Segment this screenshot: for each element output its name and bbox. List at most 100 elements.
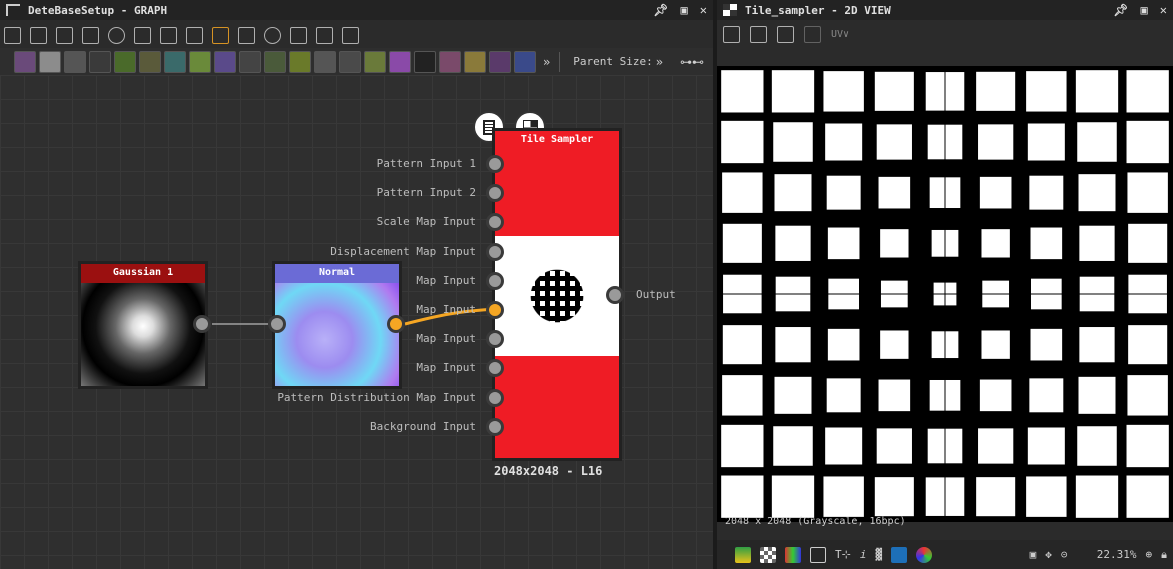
lock-icon[interactable]: 🔒︎ xyxy=(1161,548,1167,562)
move-icon[interactable]: ✥ xyxy=(1045,548,1052,561)
normal-input-port[interactable] xyxy=(268,315,286,333)
input-port-label: Pattern Distribution Map Input xyxy=(277,390,476,404)
blend-node-icon[interactable] xyxy=(214,50,236,73)
pattern-tile xyxy=(1075,475,1119,518)
input-port-label: Map Input xyxy=(416,332,476,346)
pattern-tile xyxy=(1029,378,1064,413)
text-tool-icon[interactable]: T⊹ xyxy=(835,548,851,561)
channels-icon[interactable] xyxy=(785,546,801,563)
tile-sampler-input-port[interactable] xyxy=(486,155,504,173)
color-icon[interactable] xyxy=(916,546,933,563)
pattern-tile xyxy=(874,71,914,111)
search-icon[interactable] xyxy=(108,26,125,44)
select-node-icon[interactable] xyxy=(514,50,536,73)
normal-output-port[interactable] xyxy=(387,315,405,333)
fit-icon[interactable] xyxy=(30,26,47,44)
curve-node-icon[interactable] xyxy=(114,50,136,73)
link-icon[interactable] xyxy=(134,26,151,44)
warp-node-icon[interactable] xyxy=(289,50,311,73)
parent-size-label[interactable]: Parent Size: xyxy=(573,55,652,68)
pattern-tile xyxy=(1026,476,1067,517)
hierarchy-icon[interactable] xyxy=(160,26,177,44)
tile-sampler-output-port[interactable] xyxy=(606,286,624,304)
graph-icon xyxy=(6,4,20,16)
maximize-icon[interactable]: ▣ xyxy=(681,3,688,17)
tile-sampler-image[interactable] xyxy=(717,66,1173,522)
uv-dropdown[interactable]: UV∨ xyxy=(831,29,849,40)
pin-icon[interactable]: 📌︎ xyxy=(1113,3,1128,17)
info-icon[interactable]: i xyxy=(860,548,867,561)
pattern-tile xyxy=(1126,475,1169,518)
graph-panel: DeteBaseSetup - GRAPH 📌︎ ▣ ✕ » Parent Si… xyxy=(0,0,713,569)
pattern-tile xyxy=(1126,120,1169,164)
connector-icon[interactable] xyxy=(212,26,229,44)
fx-node-icon[interactable] xyxy=(439,50,461,73)
checker-icon[interactable] xyxy=(760,546,776,563)
close-icon[interactable]: ✕ xyxy=(700,3,707,17)
copy-icon[interactable] xyxy=(777,25,794,43)
tile-sampler-input-port[interactable] xyxy=(486,388,504,407)
tile-pattern xyxy=(717,66,1173,522)
close-icon[interactable]: ✕ xyxy=(1160,3,1167,17)
pattern-tile xyxy=(721,70,764,113)
tile-sampler-input-port[interactable] xyxy=(486,301,504,319)
parent-size-chevron-icon[interactable]: » xyxy=(656,55,663,69)
level-node-icon[interactable] xyxy=(264,50,286,73)
tile-sampler-input-port[interactable] xyxy=(486,417,504,436)
mirror-node-icon[interactable] xyxy=(464,50,486,73)
preview-icon[interactable] xyxy=(316,26,333,44)
shuffle-node-icon[interactable] xyxy=(89,50,111,73)
maximize-icon[interactable]: ▣ xyxy=(1141,3,1148,17)
slider-node-icon[interactable] xyxy=(314,50,336,73)
layers-icon[interactable] xyxy=(735,546,751,563)
normal-node[interactable]: Normal xyxy=(272,261,402,389)
noise-node-icon[interactable] xyxy=(414,50,436,73)
gaussian-node-title: Gaussian 1 xyxy=(81,264,205,283)
zoom-value[interactable]: 22.31% xyxy=(1077,548,1137,561)
share-icon[interactable] xyxy=(804,25,821,43)
pattern-tile xyxy=(722,172,763,213)
pattern-tile xyxy=(823,71,864,112)
sphere-node-icon[interactable] xyxy=(339,50,361,73)
grid-icon[interactable] xyxy=(810,546,826,563)
image-node-icon[interactable] xyxy=(14,50,36,73)
gradient-node-icon[interactable] xyxy=(189,50,211,73)
tile-node-icon[interactable] xyxy=(239,50,261,73)
more-chevron-icon[interactable]: » xyxy=(543,55,550,69)
zoom-in-icon[interactable]: ⊕ xyxy=(1146,548,1153,561)
preview-icon[interactable] xyxy=(891,546,908,563)
color-wheel-node-icon[interactable] xyxy=(389,50,411,73)
bitmap-node-icon[interactable] xyxy=(39,50,61,73)
tile-sampler-node[interactable]: Tile Sampler xyxy=(492,128,622,461)
transform-node-icon[interactable] xyxy=(164,50,186,73)
gaussian-output-port[interactable] xyxy=(193,315,211,333)
camera-icon[interactable] xyxy=(56,26,73,44)
zoom-out-icon[interactable]: ⊝ xyxy=(1061,548,1068,561)
settings-slider-icon[interactable]: ⊶⊷ xyxy=(680,55,704,69)
pattern-tile xyxy=(978,124,1014,160)
wrench-icon[interactable] xyxy=(290,26,307,44)
save-icon[interactable] xyxy=(750,25,767,43)
pin-icon[interactable]: 📌︎ xyxy=(653,3,668,17)
export-icon[interactable] xyxy=(723,25,740,43)
tile-sampler-input-port[interactable] xyxy=(486,242,504,261)
graph-titlebar: DeteBaseSetup - GRAPH 📌︎ ▣ ✕ xyxy=(0,0,713,20)
fit-view-icon[interactable]: ▣ xyxy=(1030,548,1037,561)
frame-icon[interactable] xyxy=(4,26,21,44)
info-icon[interactable] xyxy=(82,26,99,44)
histogram-node-icon[interactable] xyxy=(364,50,386,73)
text-node-icon[interactable] xyxy=(489,50,511,73)
drop-node-icon[interactable] xyxy=(64,50,86,73)
pattern-tile xyxy=(775,327,811,363)
histogram-icon[interactable]: ▓ xyxy=(875,548,882,561)
view-titlebar: Tile_sampler - 2D VIEW 📌︎ ▣ ✕ xyxy=(717,0,1173,20)
refresh-icon[interactable] xyxy=(264,26,281,44)
resolution-label: 2048x2048 - L16 xyxy=(494,464,603,478)
branch-icon[interactable] xyxy=(238,26,255,44)
graph-canvas[interactable]: Gaussian 1 Normal Tile Sampler Pattern I… xyxy=(0,75,713,569)
tile-sampler-input-port[interactable] xyxy=(486,271,504,290)
gaussian-node[interactable]: Gaussian 1 xyxy=(78,261,208,389)
grid-snap-icon[interactable] xyxy=(342,26,359,44)
blur-node-icon[interactable] xyxy=(139,50,161,73)
document-icon[interactable] xyxy=(186,26,203,44)
